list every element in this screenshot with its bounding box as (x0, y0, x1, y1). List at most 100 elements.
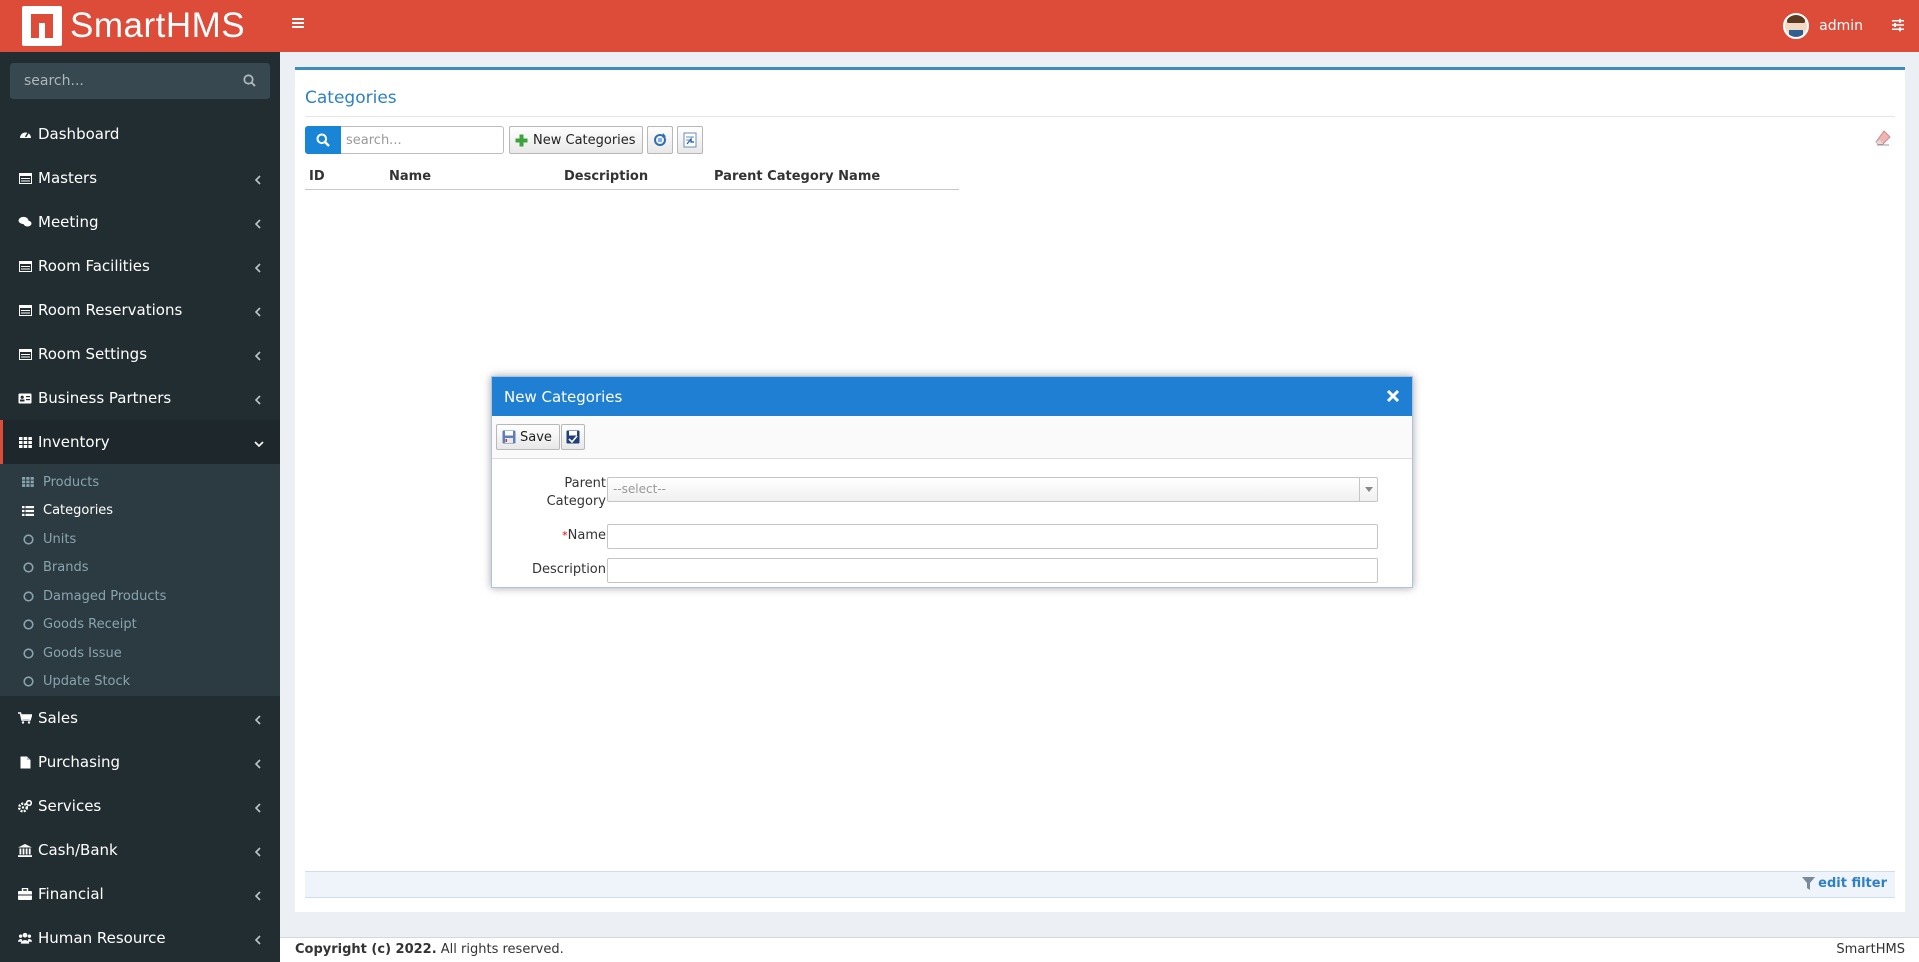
name-label-text: Name (567, 528, 606, 543)
dialog-header: New Categories (492, 377, 1412, 416)
sidebar-item-label: Masters (38, 169, 98, 187)
column-header-id[interactable]: ID (305, 168, 385, 189)
search-icon (316, 133, 330, 147)
top-header: SmartHMS admin (0, 0, 1919, 52)
column-header-name[interactable]: Name (385, 168, 560, 189)
sidebar-item-human-resource[interactable]: Human Resource (0, 916, 280, 960)
circle-outline-icon (22, 590, 34, 602)
name-label: *Name (562, 527, 606, 545)
chevron-left-icon (254, 844, 262, 857)
description-input[interactable] (607, 558, 1378, 583)
sidebar-item-label: Dashboard (38, 125, 120, 143)
sidebar-item-financial[interactable]: Financial (0, 872, 280, 916)
sidebar-subitem-label: Units (43, 531, 77, 547)
sidebar-item-room-reservations[interactable]: Room Reservations (0, 288, 280, 332)
edit-filter-label: edit filter (1818, 876, 1887, 891)
sidebar-item-label: Services (38, 797, 102, 815)
sidebar-subitem-goods-receipt[interactable]: Goods Receipt (0, 611, 280, 640)
hamburger-menu-icon[interactable] (292, 14, 308, 34)
sidebar-item-inventory[interactable]: Inventory (0, 420, 280, 464)
sidebar-item-label: Inventory (38, 433, 110, 451)
circle-outline-icon (22, 533, 34, 545)
sidebar-item-label: Room Settings (38, 345, 148, 363)
save-button[interactable]: Save (496, 424, 560, 450)
sidebar-item-meeting[interactable]: Meeting (0, 200, 280, 244)
grid-icon (18, 435, 32, 449)
sidebar-subitem-units[interactable]: Units (0, 525, 280, 554)
save-icon (502, 430, 516, 444)
sidebar-subitem-goods-issue[interactable]: Goods Issue (0, 639, 280, 668)
sidebar-item-label: Room Reservations (38, 301, 183, 319)
table-icon (18, 171, 32, 185)
new-categories-button[interactable]: New Categories (509, 126, 643, 154)
grid-search-input[interactable] (341, 126, 504, 154)
sidebar-subitem-damaged-products[interactable]: Damaged Products (0, 582, 280, 611)
filter-bar: edit filter (305, 871, 1895, 898)
sidebar-item-masters[interactable]: Masters (0, 156, 280, 200)
table-icon (18, 303, 32, 317)
sidebar-subitem-label: Brands (43, 560, 89, 576)
sidebar-item-business-partners[interactable]: Business Partners (0, 376, 280, 420)
rights-text: All rights reserved. (436, 942, 564, 957)
dialog-toolbar: Save (492, 416, 1412, 459)
sidebar-subitem-brands[interactable]: Brands (0, 554, 280, 583)
inventory-submenu: Products Categories Units Brands Damaged… (0, 464, 280, 696)
chevron-left-icon (254, 304, 262, 317)
dashboard-icon (18, 127, 32, 141)
chevron-left-icon (254, 216, 262, 229)
sidebar-item-cash-bank[interactable]: Cash/Bank (0, 828, 280, 872)
search-button[interactable] (305, 126, 341, 154)
save-and-close-button[interactable] (561, 424, 585, 450)
column-header-parent-category[interactable]: Parent Category Name (710, 168, 959, 189)
sidebar-item-room-facilities[interactable]: Room Facilities (0, 244, 280, 288)
copyright-text: Copyright (c) 2022. (295, 942, 437, 957)
column-header-description[interactable]: Description (560, 168, 710, 189)
app-logo[interactable]: SmartHMS (0, 0, 280, 52)
circle-outline-icon (22, 647, 34, 659)
export-button[interactable] (676, 126, 703, 154)
grid-toolbar: New Categories (305, 126, 703, 154)
user-menu[interactable]: admin (1783, 12, 1863, 40)
list-icon (22, 505, 34, 517)
dialog-title: New Categories (504, 387, 623, 406)
new-categories-label: New Categories (533, 132, 636, 148)
sidebar-item-dashboard[interactable]: Dashboard (0, 112, 280, 156)
clear-filter-icon[interactable] (1875, 130, 1891, 150)
close-icon[interactable] (1386, 389, 1400, 403)
parent-category-label-line2: Category (546, 494, 606, 509)
sidebar-subitem-label: Goods Issue (43, 645, 122, 661)
table-icon (18, 259, 32, 273)
name-input[interactable] (607, 524, 1378, 549)
export-icon (683, 132, 697, 148)
edit-filter-link[interactable]: edit filter (1802, 876, 1887, 891)
sidebar-subitem-label: Products (43, 474, 100, 490)
chevron-left-icon (254, 800, 262, 813)
sidebar-subitem-update-stock[interactable]: Update Stock (0, 668, 280, 697)
footer-brand: SmartHMS (1836, 942, 1905, 957)
chevron-left-icon (254, 392, 262, 405)
sliders-icon[interactable] (1891, 18, 1905, 32)
chevron-left-icon (254, 348, 262, 361)
page-footer: Copyright (c) 2022. All rights reserved.… (280, 937, 1919, 962)
sidebar-item-services[interactable]: Services (0, 784, 280, 828)
new-categories-dialog: New Categories Save Parent Category --se… (491, 376, 1413, 588)
sidebar-item-purchasing[interactable]: Purchasing (0, 740, 280, 784)
sidebar-search (10, 63, 270, 99)
refresh-button[interactable] (646, 126, 673, 154)
user-name: admin (1819, 18, 1863, 34)
file-icon (18, 755, 32, 769)
sidebar-search-input[interactable] (10, 63, 230, 99)
table-icon (18, 347, 32, 361)
parent-category-select[interactable]: --select-- (607, 477, 1378, 502)
chevron-left-icon (254, 756, 262, 769)
save-close-icon (566, 430, 580, 444)
users-icon (18, 931, 32, 945)
title-divider (305, 116, 1895, 117)
chevron-left-icon (254, 932, 262, 945)
sidebar-item-sales[interactable]: Sales (0, 696, 280, 740)
sidebar-subitem-products[interactable]: Products (0, 468, 280, 497)
search-icon[interactable] (243, 74, 256, 91)
sidebar-subitem-categories[interactable]: Categories (0, 497, 280, 526)
sidebar-item-room-settings[interactable]: Room Settings (0, 332, 280, 376)
grid-header: ID Name Description Parent Category Name (305, 168, 959, 190)
